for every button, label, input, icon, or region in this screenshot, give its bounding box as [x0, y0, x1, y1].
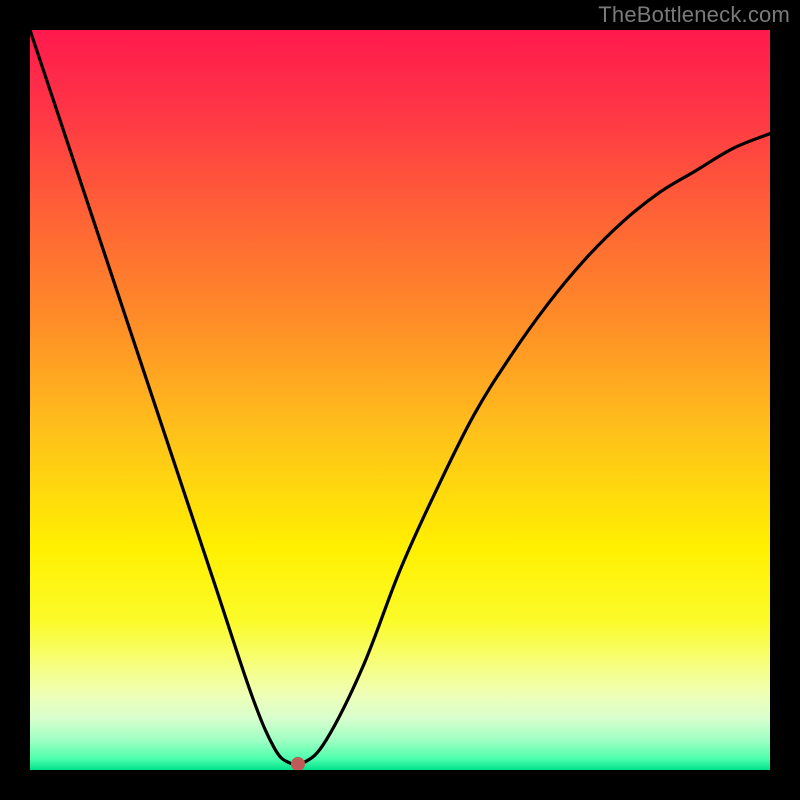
- chart-frame: TheBottleneck.com: [0, 0, 800, 800]
- plot-area: [30, 30, 770, 770]
- optimal-point-marker: [291, 757, 305, 770]
- watermark-text: TheBottleneck.com: [598, 2, 790, 28]
- bottleneck-curve: [30, 30, 770, 770]
